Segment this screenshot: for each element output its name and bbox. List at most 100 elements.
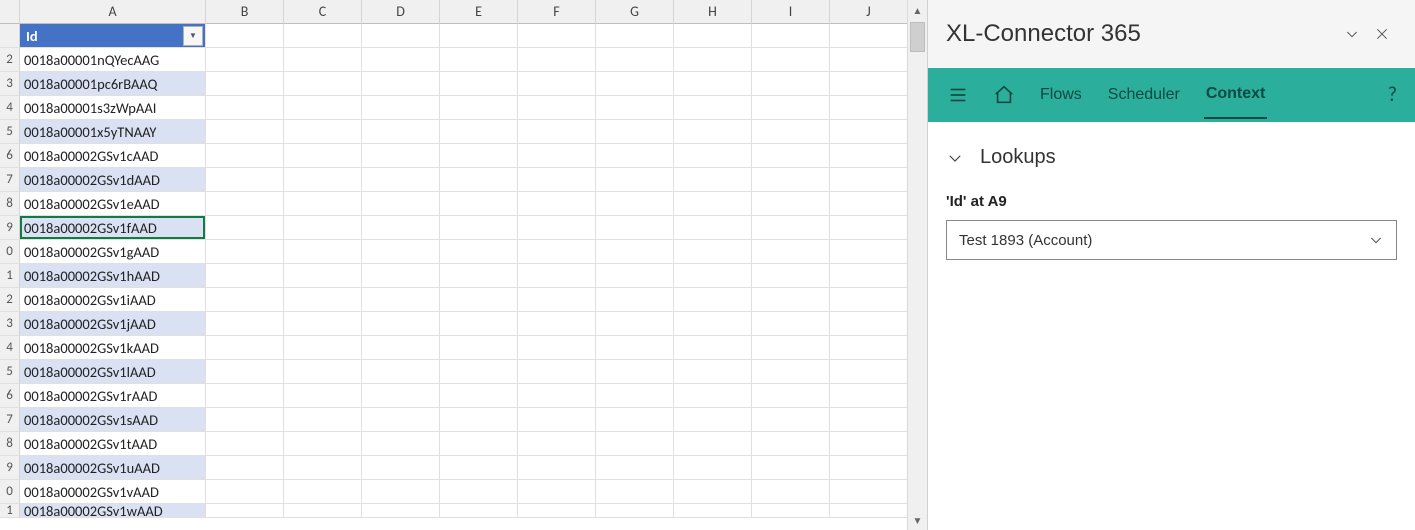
cell[interactable] (206, 216, 284, 240)
cell[interactable] (206, 120, 284, 144)
help-icon[interactable]: ? (1388, 83, 1397, 107)
cell[interactable] (440, 24, 518, 48)
cell[interactable] (284, 504, 362, 518)
cell[interactable] (518, 360, 596, 384)
cell[interactable] (752, 480, 830, 504)
cell[interactable] (362, 48, 440, 72)
cell-id[interactable]: 0018a00001pc6rBAAQ (20, 72, 206, 96)
cell[interactable] (440, 288, 518, 312)
cell[interactable] (206, 264, 284, 288)
cell[interactable] (518, 192, 596, 216)
cell[interactable] (206, 384, 284, 408)
cell[interactable] (362, 144, 440, 168)
cell[interactable] (596, 288, 674, 312)
cell[interactable] (362, 432, 440, 456)
cell-id[interactable]: 0018a00002GSv1jAAD (20, 312, 206, 336)
cell[interactable] (674, 48, 752, 72)
cell[interactable] (830, 432, 908, 456)
column-header-J[interactable]: J (830, 0, 908, 24)
lookup-dropdown[interactable]: Test 1893 (Account) (946, 220, 1397, 260)
cell[interactable] (518, 120, 596, 144)
cell[interactable] (752, 24, 830, 48)
cell[interactable] (596, 504, 674, 518)
cell[interactable] (752, 240, 830, 264)
cell[interactable] (596, 336, 674, 360)
scroll-down-button[interactable]: ▼ (908, 510, 927, 530)
cell[interactable] (518, 24, 596, 48)
cell[interactable] (596, 360, 674, 384)
cell[interactable] (830, 192, 908, 216)
cell[interactable] (596, 432, 674, 456)
cell[interactable] (674, 120, 752, 144)
cell[interactable] (830, 168, 908, 192)
cell[interactable] (830, 312, 908, 336)
cell[interactable] (518, 72, 596, 96)
cell[interactable] (362, 480, 440, 504)
cell[interactable] (362, 288, 440, 312)
row-number[interactable]: 4 (0, 336, 20, 360)
cell[interactable] (674, 432, 752, 456)
cell[interactable] (596, 168, 674, 192)
cell[interactable] (284, 480, 362, 504)
cell[interactable] (284, 240, 362, 264)
row-number[interactable]: 2 (0, 48, 20, 72)
tab-context[interactable]: Context (1204, 71, 1268, 119)
cell[interactable] (596, 408, 674, 432)
column-header-I[interactable]: I (752, 0, 830, 24)
column-header-H[interactable]: H (674, 0, 752, 24)
cell[interactable] (752, 384, 830, 408)
cell[interactable] (206, 48, 284, 72)
section-lookups-toggle[interactable]: Lookups (946, 146, 1397, 169)
cell[interactable] (752, 192, 830, 216)
cell-id[interactable]: 0018a00002GSv1fAAD (20, 216, 206, 240)
cell[interactable] (518, 48, 596, 72)
cell[interactable] (284, 192, 362, 216)
menu-icon[interactable] (946, 83, 970, 107)
row-number[interactable]: 7 (0, 408, 20, 432)
cell[interactable] (596, 48, 674, 72)
collapse-icon[interactable] (1337, 19, 1367, 49)
row-number[interactable]: 8 (0, 192, 20, 216)
scroll-thumb[interactable] (910, 22, 925, 52)
cell[interactable] (440, 432, 518, 456)
cell[interactable] (284, 264, 362, 288)
cell-id[interactable]: 0018a00002GSv1lAAD (20, 360, 206, 384)
cell[interactable] (518, 216, 596, 240)
cell[interactable] (518, 96, 596, 120)
vertical-scrollbar[interactable]: ▲ ▼ (907, 0, 927, 530)
cell[interactable] (206, 504, 284, 518)
cell[interactable] (674, 192, 752, 216)
cell[interactable] (362, 408, 440, 432)
home-icon[interactable] (992, 83, 1016, 107)
cell-id[interactable]: 0018a00002GSv1hAAD (20, 264, 206, 288)
cell[interactable] (518, 288, 596, 312)
cell[interactable] (752, 48, 830, 72)
row-number[interactable]: 3 (0, 72, 20, 96)
cell[interactable] (674, 168, 752, 192)
cell-id[interactable]: 0018a00001x5yTNAAY (20, 120, 206, 144)
cell[interactable] (830, 264, 908, 288)
cell[interactable] (284, 24, 362, 48)
row-number[interactable]: 5 (0, 120, 20, 144)
cell[interactable] (440, 384, 518, 408)
cell[interactable] (206, 312, 284, 336)
cell[interactable] (830, 384, 908, 408)
cell[interactable] (596, 216, 674, 240)
cell[interactable] (752, 336, 830, 360)
cell[interactable] (206, 192, 284, 216)
cell-id[interactable]: 0018a00001s3zWpAAI (20, 96, 206, 120)
cell[interactable] (206, 432, 284, 456)
cell[interactable] (674, 456, 752, 480)
cell[interactable] (752, 312, 830, 336)
cell[interactable] (440, 456, 518, 480)
cell[interactable] (284, 72, 362, 96)
column-header-E[interactable]: E (440, 0, 518, 24)
row-number[interactable]: 1 (0, 504, 20, 518)
cell-id[interactable]: 0018a00002GSv1tAAD (20, 432, 206, 456)
tab-scheduler[interactable]: Scheduler (1106, 72, 1182, 118)
cell[interactable] (674, 264, 752, 288)
cell[interactable] (830, 480, 908, 504)
cell[interactable] (362, 504, 440, 518)
column-header-A[interactable]: A (20, 0, 206, 24)
cell[interactable] (362, 120, 440, 144)
